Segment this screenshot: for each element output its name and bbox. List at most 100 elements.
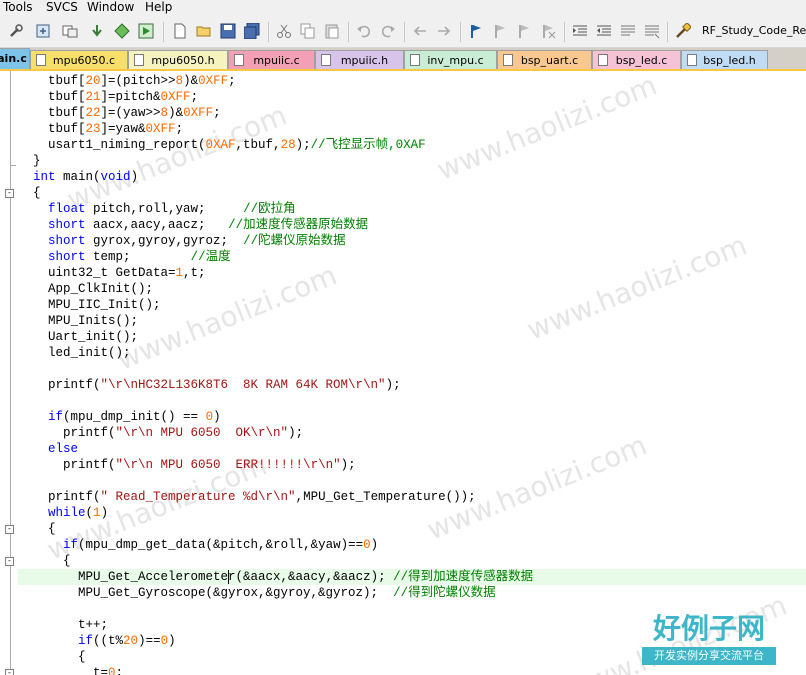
code-line: t=0;: [18, 665, 123, 675]
copy-icon[interactable]: [300, 23, 316, 39]
code-token: else: [48, 442, 79, 456]
tab-mpu6050-c[interactable]: mpu6050.c: [30, 50, 128, 69]
code-token: (: [85, 506, 94, 520]
save-icon[interactable]: [220, 23, 236, 39]
code-token: (mpu_dmp_get_data(&pitch,&roll,&yaw)==: [78, 538, 364, 552]
tab-label: bsp_uart.c: [520, 54, 579, 67]
undo-icon[interactable]: [356, 23, 372, 39]
diamond-icon[interactable]: [114, 23, 130, 39]
code-token: t++;: [18, 618, 109, 632]
next-bookmark-icon[interactable]: [516, 23, 532, 39]
code-line: short gyrox,gyroy,gyroz; //陀螺仪原始数据: [18, 233, 346, 249]
open-folder-icon[interactable]: [196, 23, 212, 39]
code-token: short: [48, 234, 86, 248]
menu-help[interactable]: Help: [145, 0, 172, 15]
tab-inv-mpu-c[interactable]: inv_mpu.c: [404, 50, 497, 69]
window-layout-icon[interactable]: [62, 23, 78, 39]
code-token: //温度: [190, 250, 231, 264]
watermark-text: www.haolizi.com: [422, 428, 652, 547]
code-token: 0XFF: [160, 90, 191, 104]
load-flash-icon[interactable]: [35, 23, 51, 39]
code-token: 22: [85, 106, 101, 120]
target-select[interactable]: RF_Study_Code_Rea: [702, 24, 806, 37]
debug-start-icon[interactable]: [138, 23, 154, 39]
fold-toggle-icon[interactable]: -: [5, 189, 14, 198]
tab-bsp-led-h[interactable]: bsp_led.h: [681, 50, 768, 69]
code-token: }: [18, 154, 41, 168]
uncomment-icon[interactable]: [644, 23, 660, 39]
code-line: App_ClkInit();: [18, 281, 153, 297]
code-token: tbuf[: [18, 74, 86, 88]
download-arrow-icon[interactable]: [89, 23, 105, 39]
navigate-forward-icon[interactable]: [436, 23, 452, 39]
code-token: 20: [123, 634, 139, 648]
code-token: usart1_niming_report(: [18, 138, 206, 152]
menu-svcs[interactable]: SVCS: [46, 0, 78, 15]
code-token: ): [168, 634, 176, 648]
code-line: }: [18, 153, 41, 169]
code-token: 1: [93, 506, 101, 520]
code-editor[interactable]: www.haolizi.com www.haolizi.com www.haoliz…: [0, 71, 806, 675]
code-token: led_init();: [18, 346, 131, 360]
tab-label: inv_mpu.c: [427, 54, 484, 67]
code-token: ]=pitch&: [100, 90, 161, 104]
watermark-text: www.haolizi.com: [432, 71, 662, 187]
toolbar-separator: [268, 22, 269, 42]
code-token: float: [48, 202, 86, 216]
tab-mpuiic-h[interactable]: mpuiic.h: [315, 50, 404, 69]
code-token: );: [288, 426, 304, 440]
code-token: main(: [55, 170, 101, 184]
fold-end-marker: [10, 165, 16, 166]
clear-bookmarks-icon[interactable]: [540, 23, 556, 39]
code-token: tbuf[: [18, 90, 86, 104]
tab-label: mpuiic.c: [253, 54, 300, 67]
code-line: MPU_Get_Gyroscope(&gyrox,&gyroy,&gyroz);…: [18, 585, 496, 601]
wrench-icon[interactable]: [8, 23, 24, 39]
prev-bookmark-icon[interactable]: [492, 23, 508, 39]
comment-icon[interactable]: [620, 23, 636, 39]
code-line: while(1): [18, 505, 108, 521]
code-token: {: [18, 522, 56, 536]
save-all-icon[interactable]: [244, 23, 260, 39]
redo-icon[interactable]: [380, 23, 396, 39]
toolbar-separator: [404, 22, 405, 42]
watermark-text: www.haolizi.com: [522, 228, 752, 347]
code-token: 8: [160, 106, 169, 120]
code-token: if: [48, 410, 64, 424]
code-token: ;: [190, 90, 199, 104]
bookmark-icon[interactable]: [468, 23, 484, 39]
code-token: ,t;: [183, 266, 206, 280]
new-file-icon[interactable]: [172, 23, 188, 39]
tab-bsp-led-c[interactable]: bsp_led.c: [592, 50, 681, 69]
fold-toggle-icon[interactable]: -: [5, 525, 14, 534]
tab-bsp-uart-c[interactable]: bsp_uart.c: [497, 50, 592, 69]
unindent-icon[interactable]: [596, 23, 612, 39]
cut-icon[interactable]: [276, 23, 292, 39]
tab-mpuiic-c[interactable]: mpuiic.c: [228, 50, 315, 69]
code-token: )&: [183, 74, 199, 88]
tab-mpu6050-h[interactable]: mpu6050.h: [128, 50, 228, 69]
menu-window[interactable]: Window: [87, 0, 134, 15]
code-token: ;: [115, 666, 124, 675]
indent-icon[interactable]: [572, 23, 588, 39]
navigate-back-icon[interactable]: [412, 23, 428, 39]
fold-toggle-icon[interactable]: -: [5, 669, 14, 675]
toolbar-separator: [667, 22, 668, 42]
code-line: if(mpu_dmp_get_data(&pitch,&roll,&yaw)==…: [18, 537, 378, 553]
fold-toggle-icon[interactable]: -: [5, 557, 14, 566]
code-token: printf(: [18, 458, 116, 472]
code-line: tbuf[21]=pitch&0XFF;: [18, 89, 198, 105]
tab-label: mpu6050.c: [52, 54, 116, 67]
menu-tools[interactable]: Tools: [3, 0, 33, 15]
code-token: "\r\n MPU 6050 ERR!!!!!!\r\n": [115, 458, 341, 472]
code-token: ): [213, 410, 221, 424]
tab-ain-c[interactable]: ain.c: [0, 48, 30, 70]
target-options-icon[interactable]: [675, 23, 691, 39]
code-token: MPU_IIC_Init();: [18, 298, 161, 312]
paste-icon[interactable]: [324, 23, 340, 39]
code-line: uint32_t GetData=1,t;: [18, 265, 206, 281]
code-token: MPU_Get_Gyroscope(&gyrox,&gyroy,&gyroz);: [18, 586, 394, 600]
